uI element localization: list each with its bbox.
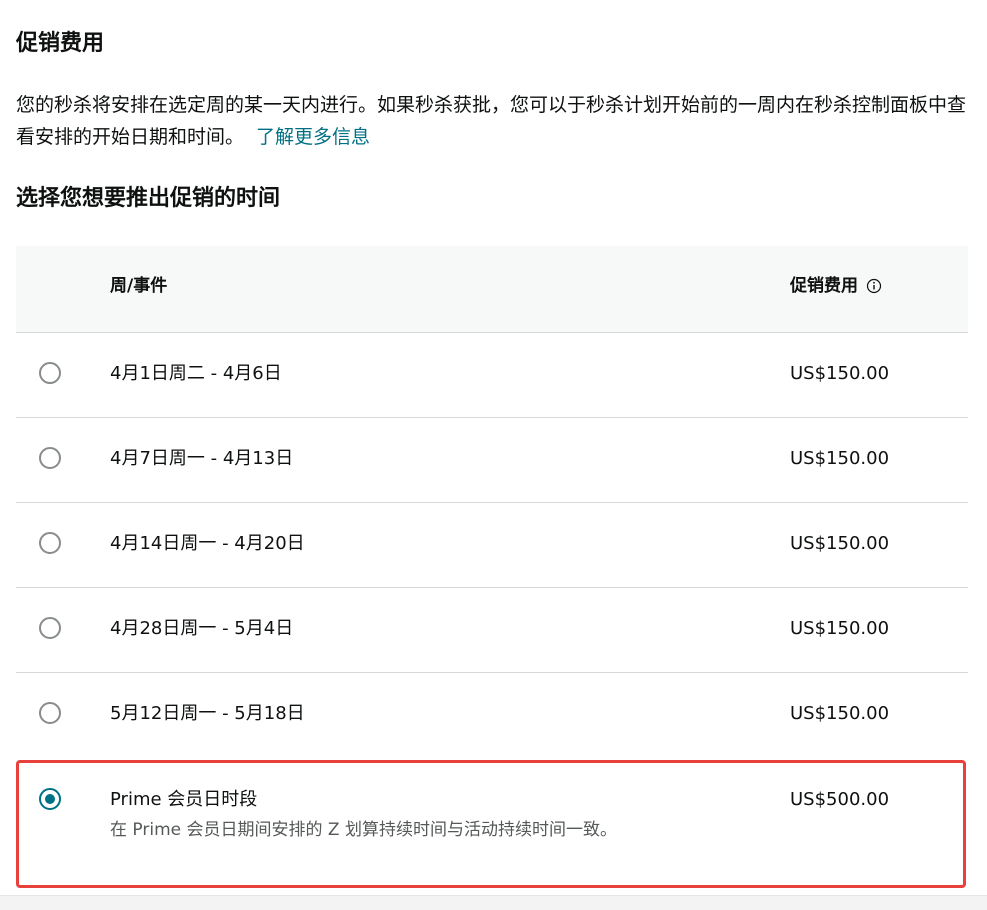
row-fee: US$150.00 (790, 618, 890, 639)
row-radio[interactable] (39, 362, 61, 384)
prime-row-description: 在 Prime 会员日期间安排的 Z 划算持续时间与活动持续时间一致。 (110, 820, 617, 840)
schedule-row[interactable]: 4月28日周一 - 5月4日 US$150.00 (16, 588, 968, 673)
row-week-label: 4月7日周一 - 4月13日 (110, 448, 294, 469)
schedule-title: 选择您想要推出促销的时间 (16, 186, 281, 211)
bottom-divider (0, 895, 987, 910)
schedule-row[interactable]: 4月14日周一 - 4月20日 US$150.00 (16, 503, 968, 588)
row-radio[interactable] (39, 702, 61, 724)
row-fee: US$150.00 (790, 533, 890, 554)
column-header-week: 周/事件 (110, 276, 168, 296)
prime-day-row[interactable]: Prime 会员日时段 在 Prime 会员日期间安排的 Z 划算持续时间与活动… (16, 760, 966, 888)
prime-row-label: Prime 会员日时段 (110, 789, 258, 810)
prime-row-fee: US$500.00 (790, 789, 890, 810)
schedule-row[interactable]: 4月7日周一 - 4月13日 US$150.00 (16, 418, 968, 503)
description-body: 您的秒杀将安排在选定周的某一天内进行。如果秒杀获批，您可以于秒杀计划开始前的一周… (16, 94, 967, 148)
column-header-fee-label: 促销费用 (790, 276, 858, 296)
schedule-table: 周/事件 促销费用 4月1日周二 - 4月6日 US$150.00 4月7日周一… (16, 246, 968, 757)
learn-more-link[interactable]: 了解更多信息 (256, 126, 370, 148)
row-week-label: 5月12日周一 - 5月18日 (110, 703, 305, 724)
promotion-fee-page: 促销费用 您的秒杀将安排在选定周的某一天内进行。如果秒杀获批，您可以于秒杀计划开… (0, 0, 987, 910)
schedule-row[interactable]: 5月12日周一 - 5月18日 US$150.00 (16, 673, 968, 757)
row-week-label: 4月28日周一 - 5月4日 (110, 618, 294, 639)
schedule-row[interactable]: 4月1日周二 - 4月6日 US$150.00 (16, 333, 968, 418)
row-fee: US$150.00 (790, 363, 890, 384)
info-icon[interactable] (866, 278, 882, 294)
table-header: 周/事件 促销费用 (16, 246, 968, 333)
row-week-label: 4月14日周一 - 4月20日 (110, 533, 305, 554)
row-fee: US$150.00 (790, 703, 890, 724)
section-title: 促销费用 (16, 31, 105, 56)
row-week-label: 4月1日周二 - 4月6日 (110, 363, 282, 384)
row-fee: US$150.00 (790, 448, 890, 469)
row-radio[interactable] (39, 447, 61, 469)
description-text: 您的秒杀将安排在选定周的某一天内进行。如果秒杀获批，您可以于秒杀计划开始前的一周… (16, 89, 966, 153)
row-radio[interactable] (39, 532, 61, 554)
row-radio[interactable] (39, 617, 61, 639)
column-header-fee: 促销费用 (790, 274, 882, 298)
prime-row-radio-selected[interactable] (39, 788, 61, 810)
